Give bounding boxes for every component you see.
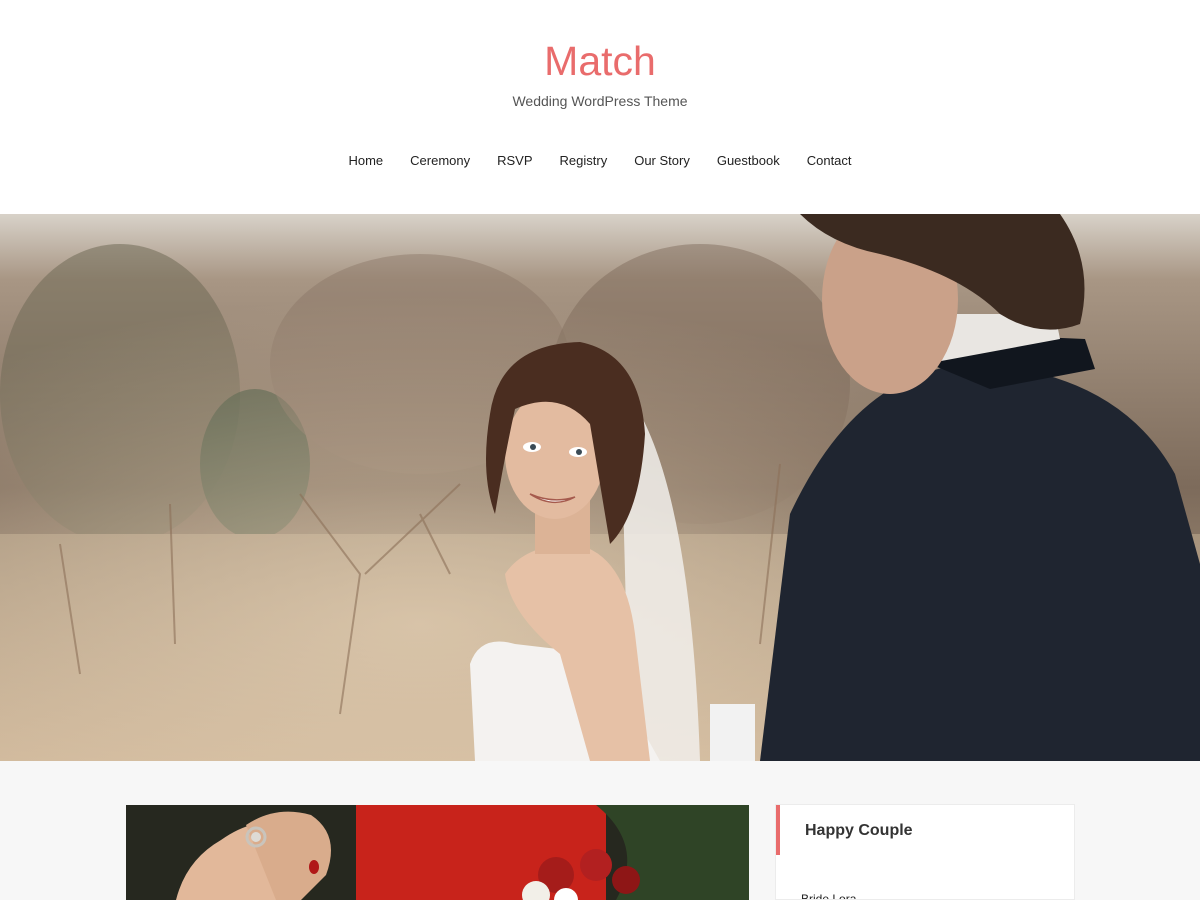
main-navigation: Home Ceremony RSVP Registry Our Story Gu… [0, 152, 1200, 170]
widget-accent-bar [776, 805, 780, 855]
nav-item-ceremony[interactable]: Ceremony [397, 152, 484, 170]
couple-holding-hands-photo [126, 805, 749, 900]
wedding-couple-photo [0, 214, 1200, 761]
site-title[interactable]: Match [0, 36, 1200, 86]
widget-title: Happy Couple [805, 822, 913, 839]
nav-item-contact[interactable]: Contact [793, 152, 865, 170]
nav-item-our-story[interactable]: Our Story [621, 152, 704, 170]
site-tagline: Wedding WordPress Theme [512, 93, 688, 109]
nav-item-rsvp[interactable]: RSVP [484, 152, 546, 170]
site-header: Match Wedding WordPress Theme Home Cerem… [0, 0, 1200, 214]
post-featured-image[interactable] [126, 805, 749, 900]
nav-item-guestbook[interactable]: Guestbook [703, 152, 793, 170]
widget-bride-name: Bride Lora [801, 892, 857, 900]
nav-item-registry[interactable]: Registry [546, 152, 621, 170]
sidebar-widget-happy-couple: Happy Couple Bride Lora [775, 804, 1075, 900]
hero-image [0, 214, 1200, 761]
nav-item-home[interactable]: Home [335, 152, 397, 170]
